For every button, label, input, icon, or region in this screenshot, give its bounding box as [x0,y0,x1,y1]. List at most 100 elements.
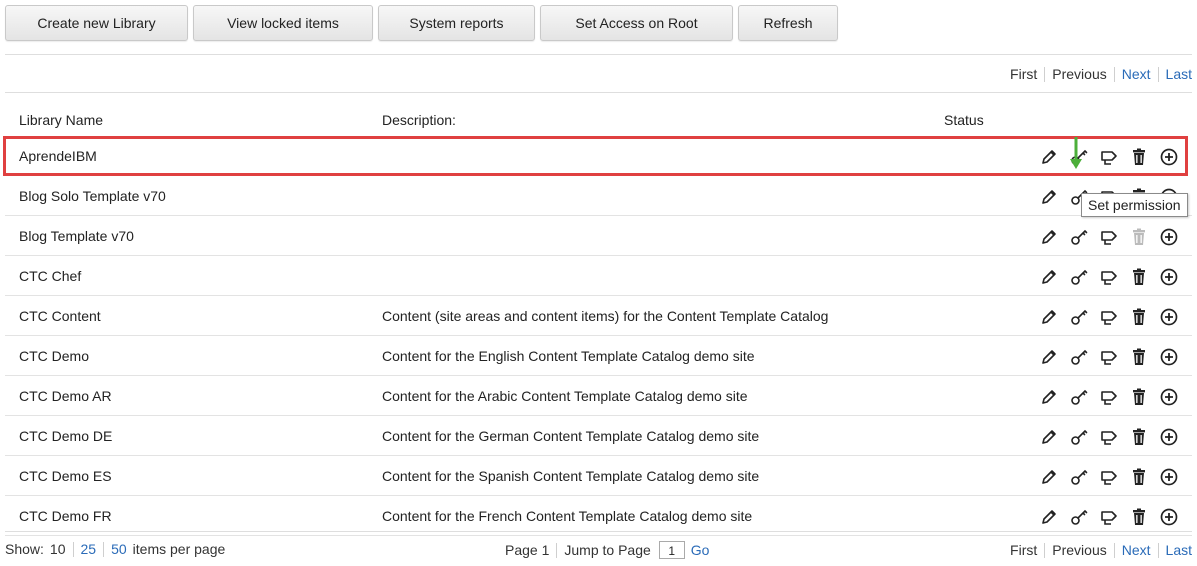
row-actions [1039,507,1189,527]
add-icon[interactable] [1159,267,1181,287]
edit-icon[interactable] [1039,227,1061,247]
jump-to-page-label: Jump to Page [564,542,651,558]
set-permissions-icon[interactable] [1069,227,1091,247]
table-row: CTC Demo DE Content for the German Conten… [5,416,1192,456]
library-name[interactable]: CTC Content [19,296,101,336]
column-header-status[interactable]: Status [944,112,984,128]
delete-icon[interactable] [1129,227,1151,247]
tooltip: Set permission [1081,193,1188,217]
set-permissions-icon[interactable] [1069,387,1091,407]
export-icon[interactable] [1099,227,1121,247]
edit-icon[interactable] [1039,427,1061,447]
delete-icon[interactable] [1129,387,1151,407]
set-permissions-icon[interactable] [1069,507,1091,527]
page-size-25-link[interactable]: 25 [81,541,97,557]
delete-icon[interactable] [1129,427,1151,447]
library-name[interactable]: Blog Solo Template v70 [19,176,166,216]
edit-icon[interactable] [1039,387,1061,407]
add-icon[interactable] [1159,227,1181,247]
add-icon[interactable] [1159,467,1181,487]
export-icon[interactable] [1099,387,1121,407]
set-permissions-icon[interactable] [1069,427,1091,447]
edit-icon[interactable] [1039,267,1061,287]
library-name[interactable]: CTC Demo AR [19,376,112,416]
set-permissions-icon[interactable] [1069,307,1091,327]
table-row: AprendeIBM [5,136,1192,176]
row-actions [1039,267,1189,287]
pager-last-link[interactable]: Last [1166,542,1192,558]
set-access-on-root-button[interactable]: Set Access on Root [540,5,733,41]
pager-next-link[interactable]: Next [1122,542,1151,558]
add-icon[interactable] [1159,387,1181,407]
table-row: CTC Demo FR Content for the French Conten… [5,496,1192,536]
export-icon[interactable] [1099,427,1121,447]
edit-icon[interactable] [1039,467,1061,487]
library-name[interactable]: AprendeIBM [19,136,97,176]
column-header-library-name[interactable]: Library Name [19,112,103,128]
export-icon[interactable] [1099,507,1121,527]
pager-next-link[interactable]: Next [1122,66,1151,82]
library-name[interactable]: CTC Demo ES [19,456,112,496]
edit-icon[interactable] [1039,187,1061,207]
add-icon[interactable] [1159,507,1181,527]
divider [5,531,1192,532]
add-icon[interactable] [1159,147,1181,167]
pager-last-link[interactable]: Last [1166,66,1192,82]
library-description: Content for the German Content Template … [382,428,760,444]
delete-icon[interactable] [1129,267,1151,287]
library-name[interactable]: Blog Template v70 [19,216,134,256]
system-reports-button[interactable]: System reports [378,5,535,41]
set-permissions-icon[interactable] [1069,467,1091,487]
edit-icon[interactable] [1039,307,1061,327]
library-description: Content for the Spanish Content Template… [382,468,760,484]
table-row: CTC Chef [5,256,1192,296]
library-name[interactable]: CTC Demo DE [19,416,112,456]
create-library-button[interactable]: Create new Library [5,5,188,41]
view-locked-items-button[interactable]: View locked items [193,5,373,41]
library-name[interactable]: CTC Demo [19,336,89,376]
library-name[interactable]: CTC Demo FR [19,496,112,536]
edit-icon[interactable] [1039,347,1061,367]
pager-previous: Previous [1052,66,1107,82]
delete-icon[interactable] [1129,507,1151,527]
page-size-selector: Show: 10 25 50 items per page [5,541,225,557]
export-icon[interactable] [1099,467,1121,487]
export-icon[interactable] [1099,267,1121,287]
set-permissions-icon[interactable] [1069,267,1091,287]
delete-icon[interactable] [1129,307,1151,327]
export-icon[interactable] [1099,147,1121,167]
add-icon[interactable] [1159,307,1181,327]
export-icon[interactable] [1099,347,1121,367]
pager-top: First Previous Next Last [1010,65,1192,83]
edit-icon[interactable] [1039,147,1061,167]
go-link[interactable]: Go [691,542,710,558]
column-header-description: Description: [382,112,456,128]
items-per-page-label: items per page [132,541,226,557]
library-description: Content for the Arabic Content Template … [382,388,748,404]
row-actions [1039,307,1189,327]
add-icon[interactable] [1159,427,1181,447]
delete-icon[interactable] [1129,347,1151,367]
divider [5,92,1192,93]
row-actions [1039,467,1189,487]
page-size-10: 10 [49,541,66,557]
refresh-button[interactable]: Refresh [738,5,838,41]
export-icon[interactable] [1099,307,1121,327]
page-size-50-link[interactable]: 50 [111,541,127,557]
table-row: Blog Template v70 [5,216,1192,256]
show-label: Show: [5,541,44,557]
row-actions [1039,227,1189,247]
edit-icon[interactable] [1039,507,1061,527]
add-icon[interactable] [1159,347,1181,367]
divider [5,54,1192,55]
page-jump: Page 1 Jump to Page 1 Go [505,541,709,559]
pager-first: First [1010,66,1038,82]
delete-icon[interactable] [1129,147,1151,167]
set-permissions-icon[interactable] [1069,347,1091,367]
page-indicator: Page 1 [505,542,550,558]
row-actions [1039,387,1189,407]
library-name[interactable]: CTC Chef [19,256,81,296]
jump-page-input[interactable]: 1 [658,541,685,559]
table-row: CTC Demo Content for the English Content … [5,336,1192,376]
delete-icon[interactable] [1129,467,1151,487]
